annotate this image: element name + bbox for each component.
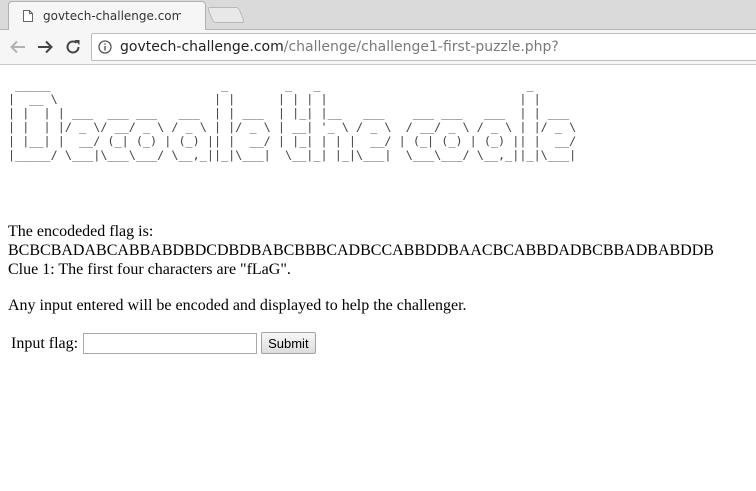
tab-title: govtech-challenge.com/c [43,9,181,23]
clue-text: Clue 1: The first four characters are "f… [8,261,291,278]
new-tab-button[interactable] [206,7,246,23]
document-icon [23,10,33,22]
address-bar[interactable]: govtech-challenge.com/challenge/challeng… [91,33,756,61]
encoded-flag-label: The encodeded flag is: [8,223,154,240]
encoded-flag-value: BCBCBADABCABBABDBDCDBDBABCBBBCADBCCABBDD… [8,242,714,259]
reload-icon[interactable] [64,38,82,56]
input-flag-label: Input flag: [11,334,79,352]
browser-toolbar: govtech-challenge.com/challenge/challeng… [0,30,756,65]
flag-form: Input flag: Submit [8,332,748,354]
url-text: govtech-challenge.com/challenge/challeng… [120,39,559,55]
tab-strip: govtech-challenge.com/c [0,0,756,30]
forward-arrow-icon[interactable] [36,38,54,56]
info-icon[interactable] [98,40,112,54]
url-host: govtech-challenge.com [120,39,284,55]
submit-button[interactable]: Submit [261,332,316,354]
ascii-banner: _____ _ _ _ _ | __ \ | | | | | | | | | |… [8,78,577,162]
url-path: /challenge/challenge1-first-puzzle.php? [283,39,559,55]
page-content: _____ _ _ _ _ | __ \ | | | | | | | | | |… [0,66,756,491]
challenge-body: The encodeded flag is: BCBCBADABCABBABDB… [8,222,748,354]
browser-tab[interactable]: govtech-challenge.com/c [8,1,206,30]
back-arrow-icon[interactable] [9,38,27,56]
info-text: Any input entered will be encoded and di… [8,297,467,314]
flag-input[interactable] [83,332,258,354]
